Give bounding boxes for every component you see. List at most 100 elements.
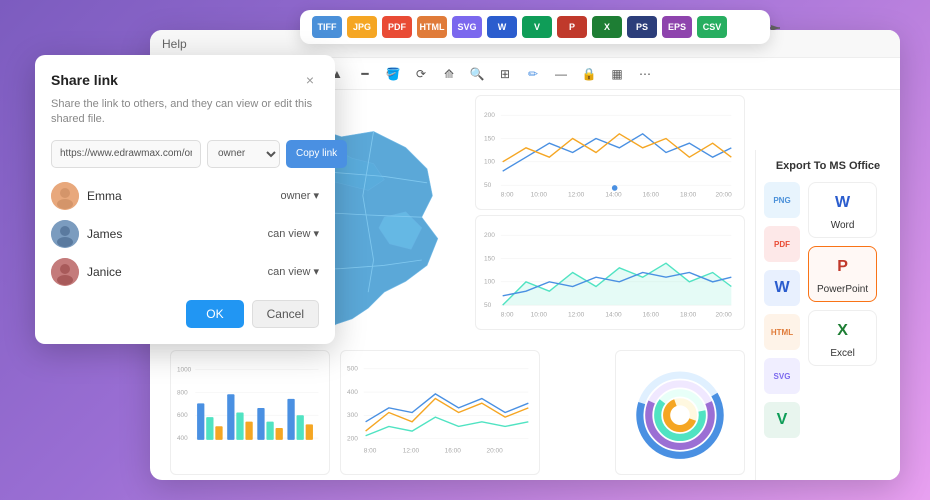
ok-button[interactable]: OK (186, 300, 243, 328)
avatar-janice (51, 258, 79, 286)
visio-badge[interactable]: V (522, 16, 552, 38)
svg-text:300: 300 (347, 412, 358, 419)
svg-text:12:00: 12:00 (568, 311, 585, 318)
top-line-chart: 200 150 100 50 8:00 10:00 12:00 14:00 16… (475, 95, 745, 210)
permission-select[interactable]: owner can view can edit (207, 140, 280, 168)
share-dialog: Share link × Share the link to others, a… (35, 55, 335, 344)
svg-text:10:00: 10:00 (531, 311, 548, 318)
export-cards: W Word P PowerPoint X Excel (808, 182, 877, 438)
svg-text:50: 50 (484, 302, 492, 309)
link-row: owner can view can edit Copy link (51, 140, 319, 168)
svg-text:600: 600 (177, 412, 188, 419)
svg-text:400: 400 (177, 435, 188, 442)
svg-text:150: 150 (484, 135, 495, 142)
bezier-tool[interactable]: ⟰ (438, 63, 460, 85)
dialog-title: Share link (51, 72, 118, 88)
lock-tool[interactable]: 🔒 (578, 63, 600, 85)
powerpoint-label: PowerPoint (817, 284, 868, 295)
copy-link-button[interactable]: Copy link (286, 140, 347, 168)
svg-text:150: 150 (484, 255, 495, 262)
export-powerpoint-card[interactable]: P PowerPoint (808, 246, 877, 302)
svg-text:500: 500 (347, 366, 358, 373)
svg-text:800: 800 (177, 389, 188, 396)
svg-text:200: 200 (347, 435, 358, 442)
top-chart-svg: 200 150 100 50 8:00 10:00 12:00 14:00 16… (484, 102, 736, 203)
ppt-badge[interactable]: P (557, 16, 587, 38)
line2-tool[interactable]: — (550, 63, 572, 85)
svg-text:16:00: 16:00 (445, 447, 462, 454)
close-button[interactable]: × (301, 71, 319, 89)
tiff-badge[interactable]: TIFF (312, 16, 342, 38)
ps-badge[interactable]: PS (627, 16, 657, 38)
svg-text:400: 400 (347, 389, 358, 396)
svg-text:10:00: 10:00 (531, 191, 548, 198)
svg-text:12:00: 12:00 (403, 447, 420, 454)
export-visio-icon[interactable]: V (764, 402, 800, 438)
line-tool[interactable]: ━ (354, 63, 376, 85)
dialog-header: Share link × (51, 71, 319, 89)
svg-text:200: 200 (484, 232, 495, 239)
middle-line-chart: 200 150 100 50 8:00 10:00 12:00 14:00 16… (475, 215, 745, 330)
dialog-actions: OK Cancel (51, 300, 319, 328)
excel-label: Excel (830, 348, 854, 359)
svg-text:200: 200 (484, 112, 495, 119)
html-badge[interactable]: HTML (417, 16, 447, 38)
zoom-tool[interactable]: 🔍 (466, 63, 488, 85)
pdf-badge[interactable]: PDF (382, 16, 412, 38)
svg-text:1000: 1000 (177, 366, 192, 373)
svg-text:20:00: 20:00 (715, 311, 732, 318)
bottom-donut-chart (615, 350, 745, 475)
svg-text:12:00: 12:00 (568, 191, 585, 198)
export-svg-icon[interactable]: SVG (764, 358, 800, 394)
fill-tool[interactable]: 🪣 (382, 63, 404, 85)
svg-text:18:00: 18:00 (680, 311, 697, 318)
curve-tool[interactable]: ⟳ (410, 63, 432, 85)
link-input[interactable] (51, 140, 201, 168)
export-png-icon[interactable]: PNG (764, 182, 800, 218)
more-tool[interactable]: ⋯ (634, 63, 656, 85)
pen-tool[interactable]: ✏ (522, 63, 544, 85)
svg-text:50: 50 (484, 182, 492, 189)
svg-text:100: 100 (484, 279, 495, 286)
svg-text:8:00: 8:00 (501, 191, 514, 198)
export-side-icons: PNG PDF W HTML SVG V (764, 182, 800, 438)
user-row-james: James can view ▾ (51, 220, 319, 248)
excel-badge[interactable]: X (592, 16, 622, 38)
word-badge[interactable]: W (487, 16, 517, 38)
export-word-side-icon[interactable]: W (764, 270, 800, 306)
donut-svg (622, 357, 738, 468)
export-html-icon[interactable]: HTML (764, 314, 800, 350)
export-word-card[interactable]: W Word (808, 182, 877, 238)
crop-tool[interactable]: ⊞ (494, 63, 516, 85)
svg-text:18:00: 18:00 (680, 191, 697, 198)
user-row-janice: Janice can view ▾ (51, 258, 319, 286)
user-name-emma: Emma (87, 189, 280, 203)
bottom-line-chart: 500 400 300 200 8:00 12:00 16:00 20:00 (340, 350, 540, 475)
export-panel-title: Export To MS Office (764, 160, 892, 172)
bottom-line-svg: 500 400 300 200 8:00 12:00 16:00 20:00 (347, 357, 533, 468)
middle-chart-svg: 200 150 100 50 8:00 10:00 12:00 14:00 16… (484, 222, 736, 323)
svg-text:16:00: 16:00 (643, 191, 660, 198)
export-panel: Export To MS Office PNG PDF W HTML SVG V… (755, 150, 900, 480)
svg-text:8:00: 8:00 (501, 311, 514, 318)
user-permission-emma[interactable]: owner ▾ (280, 189, 319, 202)
table-tool[interactable]: ▦ (606, 63, 628, 85)
jpg-badge[interactable]: JPG (347, 16, 377, 38)
svg-text:16:00: 16:00 (643, 311, 660, 318)
powerpoint-icon: P (829, 253, 857, 281)
eps-badge[interactable]: EPS (662, 16, 692, 38)
avatar-james (51, 220, 79, 248)
svg-text:8:00: 8:00 (364, 447, 377, 454)
export-pdf-icon[interactable]: PDF (764, 226, 800, 262)
user-permission-janice[interactable]: can view ▾ (268, 265, 319, 278)
export-excel-card[interactable]: X Excel (808, 310, 877, 366)
svg-text:20:00: 20:00 (487, 447, 504, 454)
avatar-emma (51, 182, 79, 210)
csv-badge[interactable]: CSV (697, 16, 727, 38)
user-permission-james[interactable]: can view ▾ (268, 227, 319, 240)
user-row-emma: Emma owner ▾ (51, 182, 319, 210)
bottom-bar-chart: 1000 800 600 400 (170, 350, 330, 475)
cancel-button[interactable]: Cancel (252, 300, 319, 328)
format-toolbar: TIFF JPG PDF HTML SVG W V P X PS EPS CSV (300, 10, 770, 44)
svg-badge[interactable]: SVG (452, 16, 482, 38)
